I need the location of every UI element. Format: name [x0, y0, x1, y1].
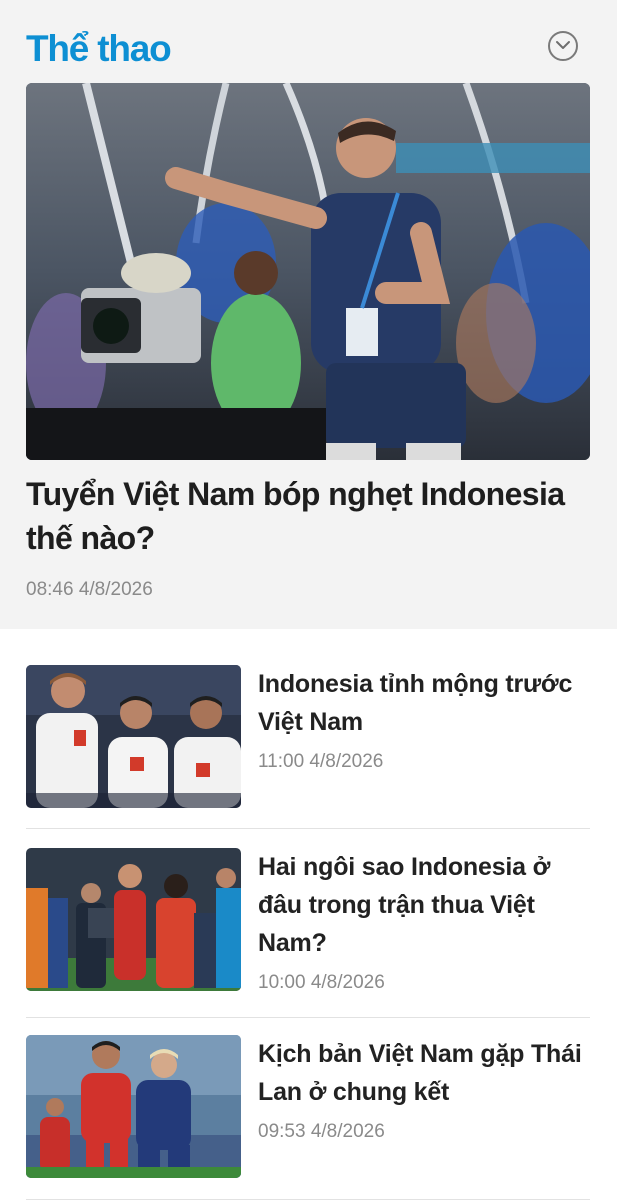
article-thumbnail[interactable] [26, 665, 241, 808]
divider [26, 828, 590, 829]
article-title[interactable]: Indonesia tỉnh mộng trước Việt Nam [258, 665, 593, 741]
featured-headline[interactable]: Tuyển Việt Nam bóp nghẹt Indonesia thế n… [26, 472, 596, 560]
article-title[interactable]: Kịch bản Việt Nam gặp Thái Lan ở chung k… [258, 1035, 593, 1111]
expand-button[interactable] [548, 31, 578, 61]
article-timestamp: 10:00 4/8/2026 [258, 972, 385, 993]
article-thumbnail[interactable] [26, 1035, 241, 1178]
article-thumbnail[interactable] [26, 848, 241, 991]
article-timestamp: 11:00 4/8/2026 [258, 751, 384, 772]
article-timestamp: 09:53 4/8/2026 [258, 1121, 385, 1142]
featured-section: Thể thao Tuyển Việt Nam bóp nghẹt Indone… [0, 0, 617, 629]
featured-image[interactable] [26, 83, 590, 460]
featured-timestamp: 08:46 4/8/2026 [26, 579, 153, 600]
section-title[interactable]: Thể thao [26, 26, 172, 72]
divider [26, 1017, 590, 1018]
article-title[interactable]: Hai ngôi sao Indonesia ở đâu trong trận … [258, 848, 593, 962]
chevron-down-icon [555, 37, 571, 55]
